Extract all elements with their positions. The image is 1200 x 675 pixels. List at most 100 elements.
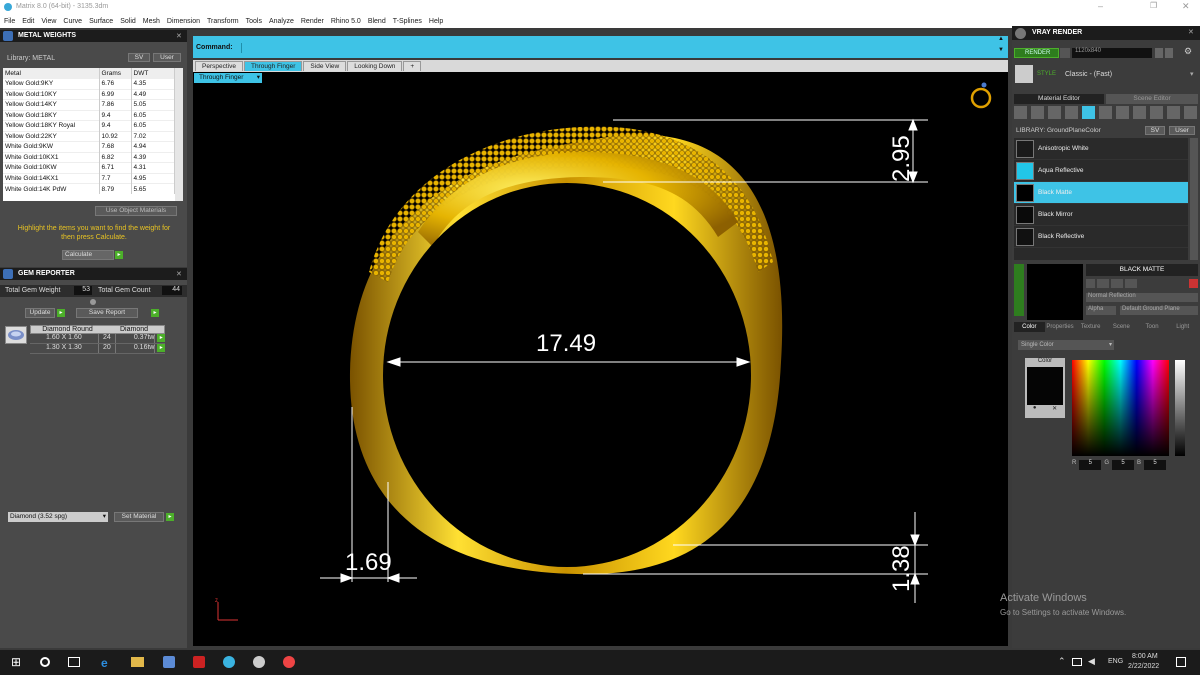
calculate-go-icon[interactable]: ▸ [115, 251, 123, 259]
export-icon[interactable] [1167, 106, 1180, 119]
menu-item-edit[interactable]: Edit [22, 18, 34, 25]
g-value[interactable]: 5 [1112, 460, 1135, 470]
next-icon[interactable] [1165, 48, 1173, 58]
menu-item-file[interactable]: File [4, 18, 15, 25]
user-button[interactable]: User [153, 53, 181, 62]
table-row[interactable]: Yellow Gold:22KY 10.92 7.02 [3, 131, 175, 142]
chevron-down-icon[interactable]: ▾ [1190, 70, 1194, 78]
material-item[interactable]: Aqua Reflective [1014, 160, 1188, 182]
brightness-slider[interactable] [1175, 360, 1185, 456]
tool-icon[interactable] [1111, 279, 1123, 288]
texture-icon[interactable] [1099, 106, 1112, 119]
table-row[interactable]: White Gold:9KW 7.68 4.94 [3, 141, 175, 152]
ground-plane-select[interactable]: Default Ground Plane [1120, 306, 1198, 315]
tab-perspective[interactable]: Perspective [195, 61, 243, 71]
notification-icon[interactable] [1176, 657, 1186, 667]
color-swatch[interactable] [1027, 367, 1063, 405]
close-icon[interactable]: ✕ [1182, 1, 1190, 12]
table-row[interactable]: White Gold:14KX1 7.7 4.95 [3, 173, 175, 184]
sv-button[interactable]: SV [1145, 126, 1165, 135]
rhino-icon[interactable] [253, 656, 265, 668]
clock-time[interactable]: 8:00 AM [1132, 653, 1158, 660]
command-input[interactable] [241, 43, 996, 53]
tab-material-editor[interactable]: Material Editor [1014, 94, 1104, 104]
table-row[interactable]: Yellow Gold:18KY 9.4 6.05 [3, 110, 175, 121]
collapse-handle[interactable] [1014, 264, 1024, 316]
tab-looking-down[interactable]: Looking Down [347, 61, 403, 71]
tool-icon[interactable] [1086, 279, 1095, 288]
material-item[interactable]: Black Matte [1014, 182, 1188, 204]
layers-icon[interactable] [1133, 106, 1146, 119]
import-icon[interactable] [1150, 106, 1163, 119]
panel-close-icon[interactable]: ✕ [176, 32, 182, 40]
r-value[interactable]: 5 [1079, 460, 1102, 470]
language-label[interactable]: ENG [1108, 658, 1123, 665]
camera-icon[interactable] [1060, 48, 1070, 58]
clock-date[interactable]: 2/22/2022 [1128, 663, 1159, 670]
minimize-icon[interactable]: – [1098, 1, 1103, 11]
volume-icon[interactable]: ◀ [1088, 656, 1095, 667]
save-go-icon[interactable]: ▸ [151, 309, 159, 317]
calculate-button[interactable]: Calculate [62, 250, 114, 260]
panel-close-icon[interactable]: ✕ [1188, 28, 1194, 36]
brush-icon[interactable] [1116, 106, 1129, 119]
table-row[interactable]: Yellow Gold:18KY Royal 9.4 6.05 [3, 120, 175, 131]
menu-item-curve[interactable]: Curve [63, 18, 82, 25]
update-button[interactable]: Update [25, 308, 55, 318]
gem-row[interactable]: 1.60 X 1.60 24 0.37tw ▸ [30, 334, 165, 344]
material-item[interactable]: Black Mirror [1014, 204, 1188, 226]
grid-icon[interactable] [1082, 106, 1095, 119]
prev-icon[interactable] [1155, 48, 1163, 58]
light-icon[interactable] [1184, 106, 1197, 119]
menu-item-help[interactable]: Help [429, 18, 443, 25]
material-select[interactable]: Diamond (3.52 spg) ▾ [8, 512, 108, 522]
single-color-select[interactable]: Single Color ▾ [1018, 340, 1114, 350]
menu-item-mesh[interactable]: Mesh [143, 18, 160, 25]
material-item[interactable]: Black Reflective [1014, 226, 1188, 248]
menu-item-surface[interactable]: Surface [89, 18, 113, 25]
tab-add[interactable]: + [403, 61, 422, 71]
tray-up-icon[interactable]: ⌃ [1058, 656, 1066, 667]
table-row[interactable]: White Gold:14K PdW 8.79 5.65 [3, 183, 175, 194]
app-icon-2[interactable] [193, 656, 205, 668]
drop-icon[interactable] [1014, 106, 1027, 119]
table-row[interactable]: White Gold:10KW 6.71 4.31 [3, 162, 175, 173]
tab-through-finger[interactable]: Through Finger [243, 61, 303, 71]
menu-item-t-splines[interactable]: T-Splines [393, 18, 422, 25]
use-object-materials-button[interactable]: Use Object Materials [95, 206, 177, 216]
app-icon-1[interactable] [163, 656, 175, 668]
set-material-button[interactable]: Set Material [114, 512, 164, 522]
table-row[interactable]: White Gold:10KX1 6.82 4.39 [3, 152, 175, 163]
menu-item-blend[interactable]: Blend [368, 18, 386, 25]
update-go-icon[interactable]: ▸ [57, 309, 65, 317]
metal-scrollbar[interactable] [175, 68, 183, 201]
edge-icon[interactable]: e [101, 656, 108, 670]
gem-go-icon[interactable]: ▸ [157, 344, 165, 352]
file-explorer-icon[interactable] [131, 657, 144, 667]
b-value[interactable]: 5 [1144, 460, 1167, 470]
tab-scene-editor[interactable]: Scene Editor [1106, 94, 1198, 104]
render-button[interactable]: RENDER [1014, 48, 1059, 58]
half-sphere-icon[interactable] [1065, 106, 1078, 119]
save-report-button[interactable]: Save Report [76, 308, 138, 318]
subtab-color[interactable]: Color [1014, 322, 1045, 332]
gem-row[interactable]: 1.30 X 1.30 20 0.16tw ▸ [30, 344, 165, 354]
scroll-up-icon[interactable]: ▲ [998, 36, 1004, 42]
subtab-light[interactable]: Light [1167, 322, 1199, 332]
chrome-icon[interactable] [283, 656, 295, 668]
menu-item-transform[interactable]: Transform [207, 18, 239, 25]
viewport[interactable]: Through Finger ▾ 2.95 17.49 1.69 1.38 z [193, 72, 1008, 646]
task-view-icon[interactable] [68, 657, 80, 667]
menu-item-rhino-5-0[interactable]: Rhino 5.0 [331, 18, 361, 25]
subtab-texture[interactable]: Texture [1075, 322, 1107, 332]
set-material-go-icon[interactable]: ▸ [166, 513, 174, 521]
menu-item-tools[interactable]: Tools [246, 18, 262, 25]
slider-handle[interactable] [90, 299, 96, 305]
clear-icon[interactable]: ✕ [1052, 405, 1057, 412]
matrix-icon[interactable] [223, 656, 235, 668]
alpha-field[interactable]: Alpha [1086, 306, 1116, 315]
search-icon[interactable] [40, 657, 50, 667]
color-picker-field[interactable] [1072, 360, 1169, 456]
tool-icon[interactable] [1097, 279, 1109, 288]
tab-side-view[interactable]: Side View [303, 61, 347, 71]
